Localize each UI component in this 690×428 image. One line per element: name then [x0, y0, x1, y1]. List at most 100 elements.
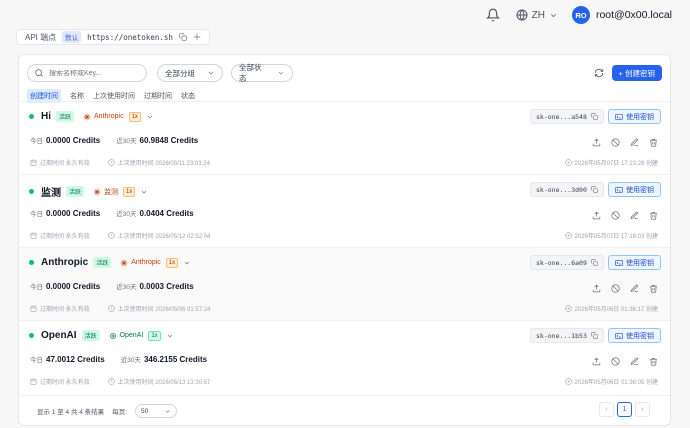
edit-icon[interactable]: [630, 284, 639, 293]
status-filter-dropdown[interactable]: 全部状态: [231, 63, 293, 83]
copy-icon[interactable]: [591, 186, 598, 193]
row-actions: [592, 138, 658, 147]
last-used-text: 上次使用时间 2026/05/13 13:30:57: [117, 380, 211, 386]
export-icon[interactable]: [592, 357, 601, 366]
chevron-down-icon: [208, 71, 214, 75]
clock-icon: [107, 305, 115, 312]
globe-icon: [516, 9, 528, 21]
usage-stats: 今日 0.0000 Credits 近30天 0.0404 Credits: [30, 208, 194, 218]
api-endpoint: API 端点 默认 https://onetoken.sh: [16, 29, 210, 45]
provider-dropdown[interactable]: [183, 259, 191, 267]
use-key-button[interactable]: 使用密钥: [608, 182, 661, 197]
month-label: 近30天: [116, 284, 137, 291]
bell-icon[interactable]: [485, 8, 500, 22]
calendar-icon: [30, 378, 37, 385]
created-meta: 2026年05月07日 17:23:28 创建: [564, 158, 658, 167]
created-text: 2026年05月06日 01:36:05 创建: [574, 380, 658, 386]
endpoint-url: https://onetoken.sh: [87, 32, 173, 42]
key-card: OpenAI 活跃 OpenAI 1x sk-one...1b53 使用密钥 今…: [19, 320, 670, 393]
clock-icon: [107, 159, 115, 166]
row-actions: [592, 284, 658, 293]
provider-name: 监测: [104, 188, 119, 196]
edit-icon[interactable]: [630, 211, 639, 220]
last-used-text: 上次使用时间 2026/05/06 01:57:24: [117, 307, 211, 313]
group-filter-dropdown[interactable]: 全部分组: [157, 64, 223, 82]
row-actions: [592, 211, 658, 220]
multiplier-badge: 1x: [123, 186, 136, 197]
export-icon[interactable]: [592, 284, 601, 293]
use-key-button[interactable]: 使用密钥: [608, 328, 661, 343]
delete-icon[interactable]: [649, 138, 658, 147]
delete-icon[interactable]: [649, 357, 658, 366]
provider-dropdown[interactable]: [146, 113, 154, 121]
terminal-icon: [615, 186, 623, 193]
language-switcher[interactable]: ZH: [516, 9, 558, 21]
today-label: 今日: [30, 357, 43, 364]
use-key-button[interactable]: 使用密钥: [608, 109, 661, 124]
copy-icon[interactable]: [591, 259, 598, 266]
sort-last-used[interactable]: 上次使用时间: [93, 91, 135, 101]
per-page-value: 50: [141, 407, 149, 415]
current-page[interactable]: 1: [617, 402, 632, 417]
use-key-label: 使用密钥: [626, 113, 654, 121]
status-filter-label: 全部状态: [239, 63, 262, 83]
status-badge: 活跃: [66, 186, 85, 197]
clock-icon: [107, 232, 115, 239]
delete-icon[interactable]: [649, 284, 658, 293]
status-badge: 活跃: [56, 111, 75, 122]
created-meta: 2026年05月06日 01:36:17 创建: [564, 304, 658, 313]
key-meta: 过期时间 永久有效 上次使用时间 2026/05/06 01:57:24: [30, 304, 210, 313]
disable-icon[interactable]: [611, 357, 620, 366]
status-dot: [29, 189, 34, 194]
sort-name[interactable]: 名称: [70, 91, 84, 101]
export-icon[interactable]: [592, 138, 601, 147]
expiry-text: 过期时间 永久有效: [40, 380, 90, 386]
masked-key: sk-one...a548: [530, 109, 604, 124]
copy-icon[interactable]: [591, 332, 598, 339]
delete-icon[interactable]: [649, 211, 658, 220]
prev-page-button[interactable]: ‹: [599, 402, 614, 417]
user-menu[interactable]: RO root@0x00.local: [571, 6, 672, 24]
chevron-down-icon: [165, 409, 170, 413]
use-key-button[interactable]: 使用密钥: [608, 255, 661, 270]
disable-icon[interactable]: [611, 284, 620, 293]
today-usage: 0.0000 Credits: [46, 136, 101, 145]
provider-dropdown[interactable]: [140, 188, 148, 196]
copy-icon[interactable]: [591, 113, 598, 120]
switch-endpoint-icon[interactable]: [193, 33, 201, 41]
disable-icon[interactable]: [611, 211, 620, 220]
edit-icon[interactable]: [630, 357, 639, 366]
masked-key-value: sk-one...6a09: [536, 258, 587, 267]
search-input[interactable]: [49, 69, 139, 77]
sort-status[interactable]: 状态: [181, 91, 195, 101]
calendar-icon: [30, 159, 37, 166]
expiry-text: 过期时间 永久有效: [40, 234, 90, 240]
sort-expiry[interactable]: 过期时间: [144, 91, 172, 101]
plus-circle-icon: [564, 232, 572, 239]
provider-dropdown[interactable]: [166, 332, 174, 340]
openai-icon: [109, 332, 116, 339]
edit-icon[interactable]: [630, 138, 639, 147]
per-page-label: 每页:: [112, 409, 127, 416]
month-label: 近30天: [120, 357, 141, 364]
key-meta: 过期时间 永久有效 上次使用时间 2026/05/12 02:52:04: [30, 231, 210, 240]
next-page-button[interactable]: ›: [635, 402, 650, 417]
create-key-button[interactable]: + 创建密钥: [611, 65, 662, 81]
key-card: Anthropic 活跃 Anthropic 1x sk-one...6a09 …: [19, 247, 670, 320]
month-usage: 346.2155 Credits: [143, 355, 208, 364]
today-label: 今日: [30, 211, 43, 218]
month-usage: 60.9848 Credits: [139, 136, 199, 145]
export-icon[interactable]: [592, 211, 601, 220]
disable-icon[interactable]: [611, 138, 620, 147]
plus-circle-icon: [564, 378, 572, 385]
search-icon: [35, 69, 44, 78]
usage-stats: 今日 0.0000 Credits 近30天 0.0003 Credits: [30, 281, 194, 291]
refresh-icon[interactable]: [594, 68, 604, 78]
plus-circle-icon: [564, 305, 572, 312]
search-box[interactable]: [27, 64, 147, 82]
copy-icon[interactable]: [179, 33, 187, 41]
usage-stats: 今日 47.0012 Credits 近30天 346.2155 Credits: [30, 354, 207, 364]
today-label: 今日: [30, 284, 43, 291]
month-usage: 0.0003 Credits: [139, 282, 194, 291]
per-page-select[interactable]: 50: [135, 404, 177, 418]
